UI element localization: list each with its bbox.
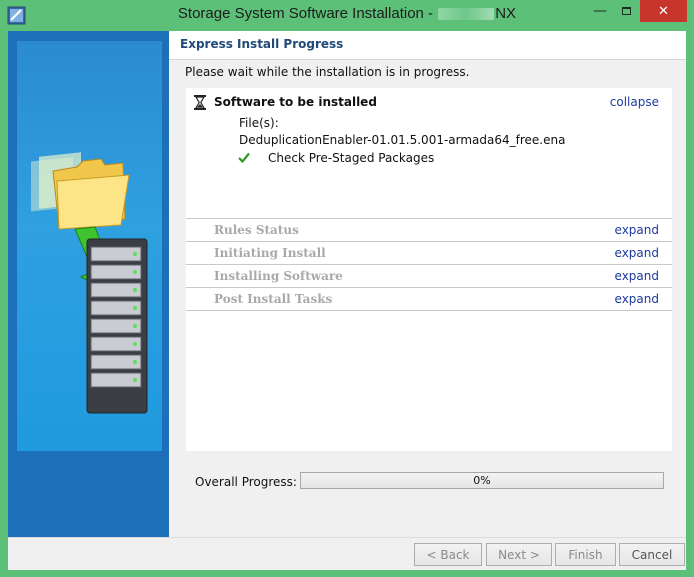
close-button[interactable]: ✕ [640, 0, 687, 22]
step-installing-software: Installing Software expand [186, 264, 672, 287]
step-list-divider [186, 310, 672, 311]
wait-message: Please wait while the installation is in… [185, 65, 470, 79]
overall-progress-bar: 0% [300, 472, 664, 489]
files-label: File(s): [239, 116, 279, 130]
expand-link[interactable]: expand [615, 246, 659, 260]
finish-button[interactable]: Finish [555, 543, 616, 566]
cancel-button[interactable]: Cancel [619, 543, 685, 566]
installer-window: Storage System Software Installation - N… [0, 0, 694, 577]
maximize-icon [621, 7, 631, 15]
redacted-hostname [438, 8, 495, 21]
folder-to-server-illustration [31, 152, 148, 414]
back-button[interactable]: < Back [414, 543, 482, 566]
wizard-footer: < Back Next > Finish Cancel [8, 537, 686, 570]
page-title: Express Install Progress [180, 37, 344, 51]
step-title: Installing Software [214, 269, 343, 283]
install-steps-panel: Software to be installed collapse File(s… [186, 88, 672, 451]
step-title: Rules Status [214, 223, 299, 237]
wizard-sidebar [8, 31, 169, 537]
maximize-button[interactable] [613, 0, 639, 22]
minimize-icon: — [593, 3, 607, 19]
step-initiating-install: Initiating Install expand [186, 241, 672, 264]
window-title-prefix: Storage System Software Installation - [177, 5, 438, 22]
collapse-link[interactable]: collapse [610, 95, 659, 109]
step-title: Software to be installed [214, 95, 377, 109]
sidebar-illustration-panel [17, 41, 162, 451]
hourglass-icon [194, 95, 206, 110]
expand-link[interactable]: expand [615, 269, 659, 283]
step-software-to-be-installed: Software to be installed collapse File(s… [186, 88, 672, 184]
step-title: Initiating Install [214, 246, 326, 260]
step-title: Post Install Tasks [214, 292, 333, 306]
file-name: DeduplicationEnabler-01.01.5.001-armada6… [239, 133, 566, 147]
window-title-suffix: NX [495, 5, 517, 22]
expand-link[interactable]: expand [615, 292, 659, 306]
wizard-main-panel: Express Install Progress Please wait whi… [169, 31, 686, 537]
next-button[interactable]: Next > [486, 543, 552, 566]
progress-percent: 0% [473, 474, 491, 487]
check-item-label: Check Pre-Staged Packages [268, 151, 435, 165]
overall-progress-label: Overall Progress: [195, 475, 297, 489]
page-header: Express Install Progress [169, 31, 686, 60]
close-icon: ✕ [658, 3, 669, 19]
checkmark-icon [238, 152, 250, 163]
expand-link[interactable]: expand [615, 223, 659, 237]
step-post-install-tasks: Post Install Tasks expand [186, 287, 672, 310]
title-bar[interactable]: Storage System Software Installation - N… [0, 0, 694, 31]
step-rules-status: Rules Status expand [186, 218, 672, 241]
wizard-client-area: Express Install Progress Please wait whi… [8, 31, 686, 570]
minimize-button[interactable]: — [587, 0, 613, 22]
